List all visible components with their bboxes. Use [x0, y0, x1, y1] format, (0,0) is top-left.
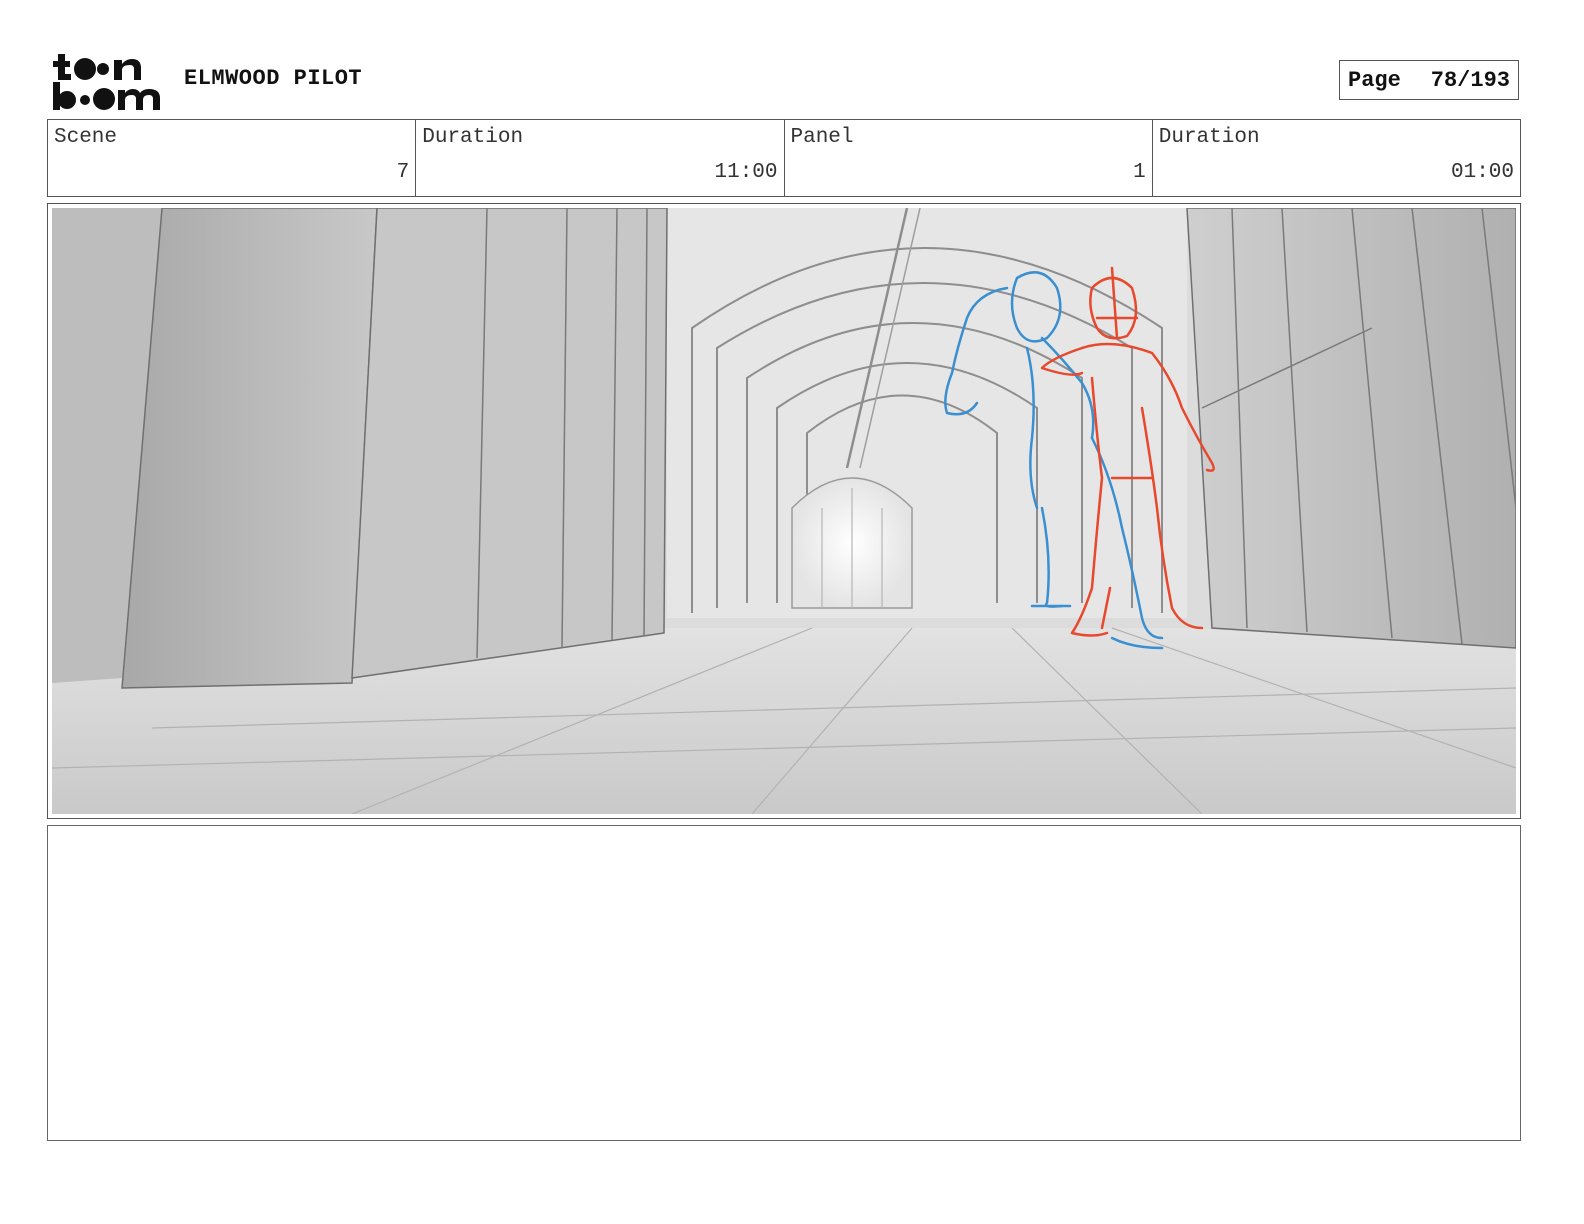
page-label: Page	[1348, 67, 1401, 93]
page-indicator: Page 78/193	[1339, 60, 1519, 100]
panel-cell: Panel 1	[785, 120, 1153, 196]
panel-duration-value: 01:00	[1450, 161, 1514, 184]
panel-duration-label: Duration	[1158, 126, 1260, 149]
scene-duration-value: 11:00	[714, 161, 778, 184]
scene-duration-label: Duration	[422, 126, 524, 149]
storyboard-panel	[47, 203, 1521, 819]
project-title: ELMWOOD PILOT	[184, 66, 363, 91]
scene-number: 7	[396, 161, 410, 184]
scene-info-bar: Scene 7 Duration 11:00 Panel 1 Duration …	[47, 119, 1521, 197]
scene-duration-cell: Duration 11:00	[416, 120, 785, 196]
panel-notes-box	[47, 825, 1521, 1141]
toon-boom-logo	[53, 54, 160, 110]
page-number: 78/193	[1430, 67, 1510, 93]
panel-label: Panel	[790, 126, 854, 149]
scene-cell: Scene 7	[48, 120, 417, 196]
panel-number: 1	[1133, 161, 1146, 184]
scene-label: Scene	[54, 126, 118, 149]
storyboard-sketch	[52, 208, 1516, 814]
panel-duration-cell: Duration 01:00	[1153, 120, 1520, 196]
